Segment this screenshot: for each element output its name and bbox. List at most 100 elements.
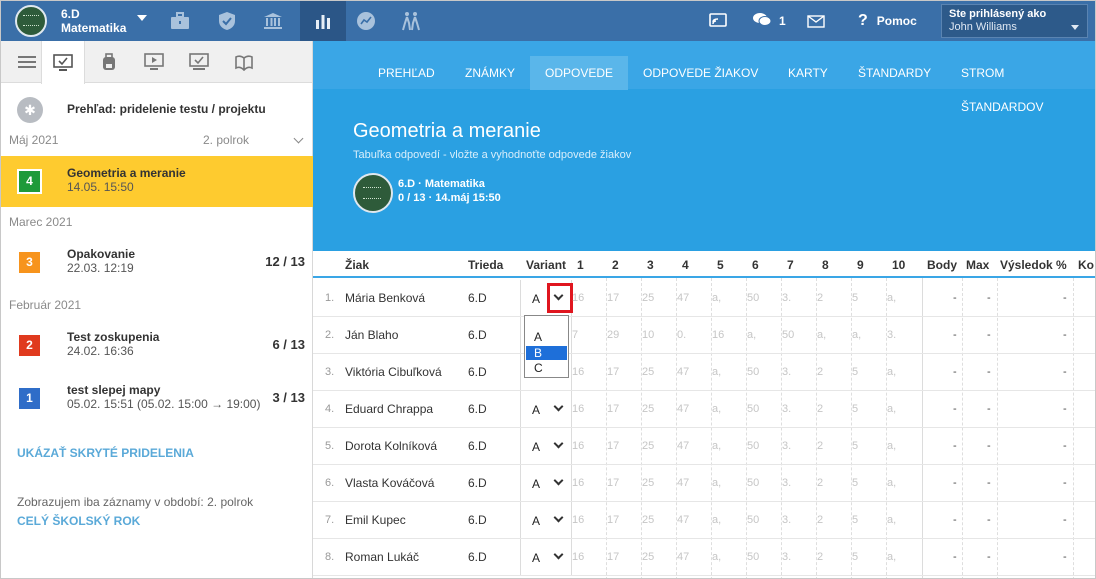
answer-input[interactable]: 5 [852, 292, 872, 304]
test-monitor-icon[interactable] [41, 41, 85, 84]
answer-input[interactable]: 17 [607, 551, 627, 563]
open-book-icon[interactable] [222, 41, 266, 83]
bar-chart-icon[interactable] [300, 1, 346, 41]
answer-input[interactable]: 29 [607, 329, 627, 341]
answer-input[interactable]: 25 [642, 292, 662, 304]
answer-input[interactable]: a, [887, 403, 907, 415]
envelope-icon[interactable] [807, 1, 825, 41]
answer-input[interactable]: 17 [607, 514, 627, 526]
answer-input[interactable]: 47 [677, 292, 697, 304]
answer-input[interactable]: 50 [747, 440, 767, 452]
answer-input[interactable]: 2 [817, 366, 837, 378]
answer-input[interactable]: 2 [817, 551, 837, 563]
answer-input[interactable]: 17 [607, 440, 627, 452]
answer-input[interactable]: a, [712, 477, 732, 489]
col-student[interactable]: Žiak [345, 258, 369, 272]
answer-input[interactable]: 25 [642, 403, 662, 415]
semester-selector[interactable]: 2. polrok [203, 133, 249, 147]
chevron-down-icon[interactable] [553, 401, 564, 412]
chart-circle-icon[interactable] [347, 1, 385, 41]
shield-check-icon[interactable] [208, 1, 246, 41]
answer-input[interactable]: 50 [747, 551, 767, 563]
chevron-down-icon[interactable] [553, 549, 564, 560]
answer-input[interactable]: 2 [817, 403, 837, 415]
tab-grades[interactable]: ZNÁMKY [450, 56, 530, 90]
answer-input[interactable]: 5 [852, 514, 872, 526]
answer-input[interactable]: 3. [887, 329, 907, 341]
col-class[interactable]: Trieda [468, 258, 503, 272]
answer-input[interactable]: 5 [852, 477, 872, 489]
answer-input[interactable]: 17 [607, 403, 627, 415]
backpack-icon[interactable] [87, 41, 131, 83]
answer-input[interactable]: a, [887, 366, 907, 378]
video-play-icon[interactable] [132, 41, 176, 83]
answer-input[interactable]: 16 [572, 551, 592, 563]
answer-input[interactable]: a, [887, 440, 907, 452]
answer-input[interactable]: 25 [642, 366, 662, 378]
variant-option-b[interactable]: B [526, 346, 567, 360]
briefcase-icon[interactable] [161, 1, 199, 41]
assignment-item[interactable]: 1 test slepej mapy 05.02. 15:51 (05.02. … [1, 373, 313, 424]
answer-input[interactable]: 3. [782, 514, 802, 526]
answer-input[interactable]: 17 [607, 292, 627, 304]
answer-input[interactable]: 25 [642, 551, 662, 563]
answer-input[interactable]: 25 [642, 440, 662, 452]
answer-input[interactable]: 17 [607, 366, 627, 378]
answer-input[interactable]: 50 [747, 292, 767, 304]
chevron-down-icon[interactable] [553, 438, 564, 449]
answer-input[interactable]: 3. [782, 292, 802, 304]
variant-select[interactable]: A [520, 280, 573, 316]
tab-standards-tree[interactable]: STROM ŠTANDARDOV [946, 56, 1095, 114]
semester-chevron-down-icon[interactable] [293, 133, 304, 144]
answer-input[interactable]: 47 [677, 403, 697, 415]
answer-input[interactable]: 5 [852, 366, 872, 378]
answer-input[interactable]: a, [817, 329, 837, 341]
checklist-monitor-icon[interactable] [177, 41, 221, 83]
answer-input[interactable]: 50 [747, 403, 767, 415]
answer-input[interactable]: 2 [817, 514, 837, 526]
answer-input[interactable]: 16 [572, 477, 592, 489]
answer-input[interactable]: 47 [677, 514, 697, 526]
class-chevron-down-icon[interactable] [137, 15, 147, 21]
answer-input[interactable]: 5 [852, 403, 872, 415]
variant-select[interactable]: A [520, 539, 572, 575]
answer-input[interactable]: a, [747, 329, 767, 341]
answer-input[interactable]: a, [712, 551, 732, 563]
answer-input[interactable]: 2 [817, 292, 837, 304]
answer-input[interactable]: a, [887, 292, 907, 304]
answer-input[interactable]: 16 [572, 403, 592, 415]
whole-year-link[interactable]: CELÝ ŠKOLSKÝ ROK [17, 514, 140, 528]
answer-input[interactable]: 47 [677, 551, 697, 563]
answer-input[interactable]: a, [712, 403, 732, 415]
show-hidden-link[interactable]: UKÁZAŤ SKRYTÉ PRIDELENIA [17, 446, 194, 460]
col-variant[interactable]: Variant [526, 258, 566, 272]
answer-input[interactable]: 2 [817, 440, 837, 452]
answer-input[interactable]: 5 [852, 440, 872, 452]
answer-input[interactable]: 16 [572, 440, 592, 452]
answer-input[interactable]: 7 [572, 329, 592, 341]
assignment-item[interactable]: 4 Geometria a meranie 14.05. 15:50 [1, 156, 313, 207]
variant-select[interactable]: A [520, 502, 572, 538]
tab-overview[interactable]: PREHĽAD [363, 56, 450, 90]
answer-input[interactable]: a, [852, 329, 872, 341]
tab-answers[interactable]: ODPOVEDE [530, 56, 629, 90]
answer-input[interactable]: 25 [642, 514, 662, 526]
answer-input[interactable]: 16 [572, 292, 592, 304]
answer-input[interactable]: a, [712, 514, 732, 526]
answer-input[interactable]: 17 [607, 477, 627, 489]
answer-input[interactable]: a, [887, 477, 907, 489]
institution-icon[interactable] [254, 1, 292, 41]
variant-select[interactable]: A [520, 465, 572, 501]
cast-icon[interactable] [709, 1, 727, 41]
answer-input[interactable]: 16 [572, 514, 592, 526]
variant-option-a[interactable]: A [526, 330, 567, 344]
class-avatar[interactable] [15, 5, 47, 37]
tab-standards[interactable]: ŠTANDARDY [843, 56, 946, 90]
chevron-down-icon[interactable] [553, 512, 564, 523]
answer-input[interactable]: 16 [572, 366, 592, 378]
answer-input[interactable]: 50 [747, 514, 767, 526]
answer-input[interactable]: 3. [782, 403, 802, 415]
hiking-people-icon[interactable] [392, 1, 430, 41]
user-menu[interactable]: Ste prihlásený ako John Williams [941, 4, 1088, 38]
help-button[interactable]: ? Pomoc [858, 1, 917, 41]
